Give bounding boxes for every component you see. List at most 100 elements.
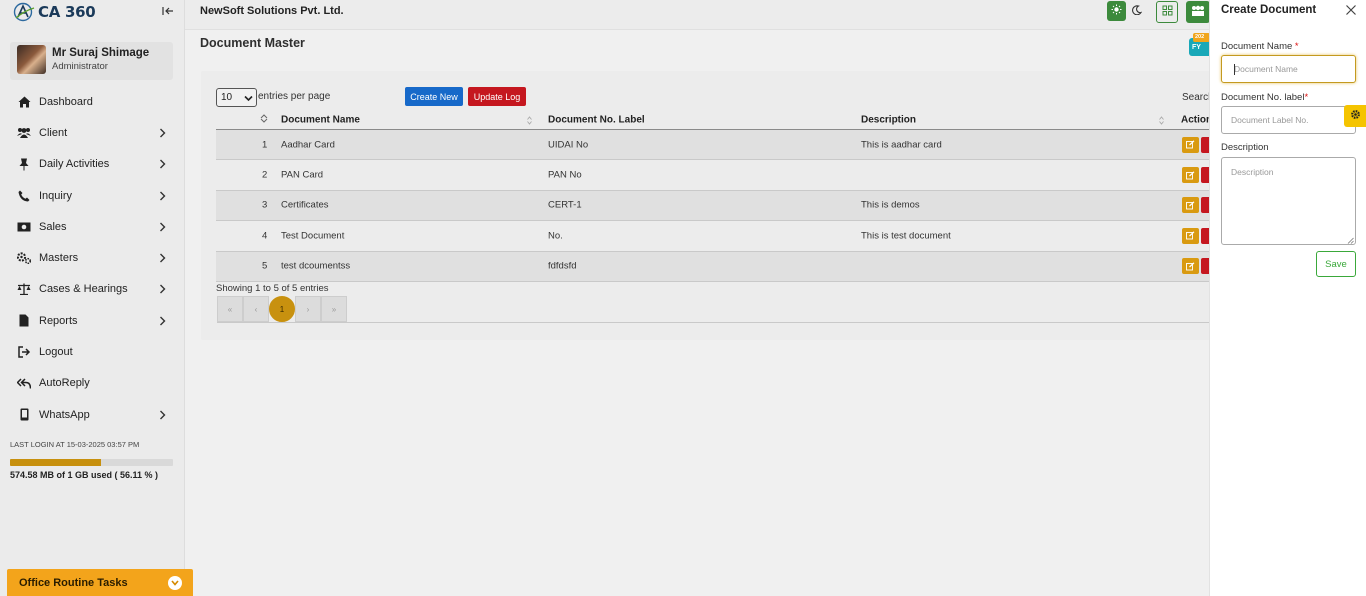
gear-icon [1350,109,1361,123]
sidebar-item-autoreply[interactable]: AutoReply [0,368,185,399]
table-row: 1 Aadhar Card UIDAI No This is aadhar card [216,130,1210,161]
document-no-label-label: Document No. label* [1221,92,1309,103]
update-log-button[interactable]: Update Log [468,87,526,106]
entries-per-page-label: entries per page [258,91,331,102]
apps-grid-button[interactable] [1156,1,1178,23]
table-header: Document Name Document No. Label Descrip… [216,111,1212,130]
users-icon [1191,5,1205,19]
app-logo[interactable]: CA 360 [12,2,96,22]
next-page-button[interactable]: › [295,296,321,322]
sidebar-item-masters[interactable]: Masters [0,242,185,273]
sidebar-item-label: Daily Activities [39,158,110,171]
scale-icon [17,282,31,296]
column-description[interactable]: Description [861,115,916,126]
team-button[interactable] [1186,1,1210,23]
sidebar-item-label: Reports [39,314,78,327]
resize-handle-icon[interactable] [1347,236,1354,244]
last-login-text: LAST LOGIN AT 15-03-2025 03:57 PM [10,440,140,449]
mobile-icon [17,408,31,422]
file-icon [17,314,31,328]
sort-icon[interactable] [1159,116,1164,125]
create-new-button[interactable]: Create New [405,87,463,106]
page-1-button[interactable]: 1 [269,296,295,322]
column-document-no-label[interactable]: Document No. Label [548,115,645,126]
profile-name: Mr Suraj Shimage [52,47,150,59]
table-row: 3 Certificates CERT-1 This is demos [216,190,1210,222]
sidebar-item-dashboard[interactable]: Dashboard [0,86,185,117]
moon-icon [1132,4,1143,18]
main-content: Document Master FY 202 10 entries per pa… [185,30,1214,596]
settings-button[interactable] [1344,105,1366,127]
cell-document-no-label: CERT-1 [548,199,582,211]
sort-icon[interactable] [260,114,268,126]
dark-mode-button[interactable] [1129,1,1145,21]
sidebar: CA 360 Mr Suraj Shimage Administrator Da… [0,0,185,596]
office-routine-tasks-label: Office Routine Tasks [19,576,128,589]
logo-mark-icon [12,2,36,22]
grid-icon [1162,5,1173,19]
sidebar-item-sales[interactable]: Sales [0,211,185,242]
top-header: NewSoft Solutions Pvt. Ltd. [185,0,1210,30]
chevron-right-icon [159,253,166,263]
table-row: 2 PAN Card PAN No [216,160,1210,191]
sidebar-item-cases-hearings[interactable]: Cases & Hearings [0,274,185,305]
description-label: Description [1221,142,1269,153]
required-mark: * [1304,92,1309,103]
sort-icon[interactable] [527,116,532,125]
page-title: Document Master [200,36,305,50]
document-table: Document Name Document No. Label Descrip… [216,111,1212,282]
sidebar-item-label: Dashboard [39,95,93,108]
sidebar-item-label: Sales [39,220,67,233]
user-profile[interactable]: Mr Suraj Shimage Administrator [10,42,173,80]
description-textarea[interactable]: Description [1221,157,1356,245]
last-page-button[interactable]: » [321,296,347,322]
document-name-input[interactable]: Document Name [1221,55,1356,83]
edit-button[interactable] [1182,136,1199,153]
edit-button[interactable] [1182,227,1199,244]
row-number: 2 [262,169,268,181]
entries-per-page-select[interactable]: 10 [216,88,257,107]
sidebar-item-reports[interactable]: Reports [0,305,185,336]
home-icon [17,95,31,109]
previous-page-button[interactable]: ‹ [243,296,269,322]
cell-description: This is aadhar card [861,139,942,151]
sidebar-item-daily-activities[interactable]: Daily Activities [0,149,185,180]
sidebar-item-client[interactable]: Client [0,117,185,148]
edit-button[interactable] [1182,197,1199,214]
phone-icon [17,189,31,203]
edit-icon [1186,231,1195,240]
first-page-button[interactable]: « [217,296,243,322]
storage-usage-text: 574.58 MB of 1 GB used ( 56.11 % ) [10,470,159,480]
cell-document-no-label: fdfdsfd [548,260,577,272]
chevron-right-icon [159,284,166,294]
close-icon[interactable] [1345,4,1357,16]
pagination: « ‹ 1 › » [217,296,347,322]
cell-document-no-label: UIDAI No [548,139,589,151]
row-number: 5 [262,260,268,272]
showing-entries-text: Showing 1 to 5 of 5 entries [216,283,329,294]
cell-document-name: Test Document [281,230,345,242]
description-placeholder: Description [1231,167,1274,177]
chevron-right-icon [159,128,166,138]
sun-icon [1111,4,1122,18]
cell-document-name: PAN Card [281,169,324,181]
cell-document-no-label: No. [548,230,563,242]
divider [217,322,1210,323]
sidebar-item-logout[interactable]: Logout [0,336,185,367]
avatar [17,45,46,74]
document-no-label-input[interactable]: Document Label No. [1221,106,1356,134]
office-routine-tasks-bar[interactable]: Office Routine Tasks [7,569,193,596]
users-icon [17,126,31,140]
sidebar-item-whatsapp[interactable]: WhatsApp [0,399,185,430]
sidebar-item-inquiry[interactable]: Inquiry [0,180,185,211]
edit-icon [1186,262,1195,271]
edit-button[interactable] [1182,167,1199,184]
cell-document-name: test dcoumentss [281,260,351,272]
storage-progress-fill [10,459,102,466]
save-button[interactable]: Save [1316,251,1356,277]
light-mode-button[interactable] [1107,1,1126,21]
collapse-sidebar-icon[interactable] [158,4,174,18]
edit-button[interactable] [1182,258,1199,275]
chevron-down-icon[interactable] [168,576,182,590]
column-document-name[interactable]: Document Name [281,115,360,126]
